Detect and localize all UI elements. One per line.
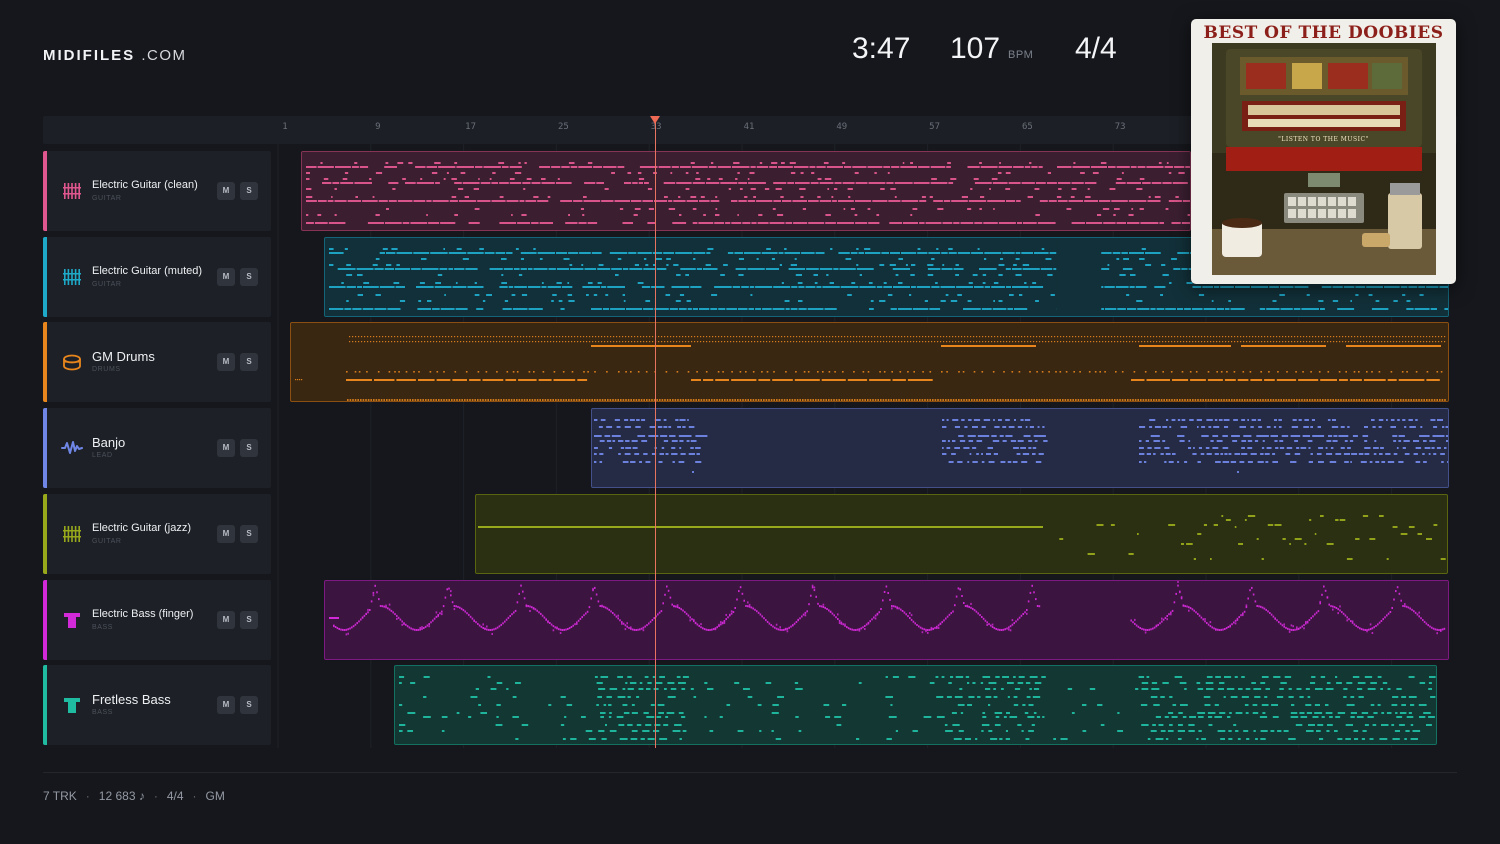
ruler-tick: 17 — [465, 122, 477, 132]
album-cover: BEST OF THE DOOBIES "LISTEN TO THE MUSIC… — [1191, 19, 1456, 284]
mute-button[interactable]: M — [217, 439, 235, 457]
mute-button[interactable]: M — [217, 525, 235, 543]
playhead-handle[interactable] — [650, 116, 660, 124]
track-name: Fretless Bass — [92, 692, 171, 707]
mute-button[interactable]: M — [217, 182, 235, 200]
solo-button[interactable]: S — [240, 439, 258, 457]
track-color-strip — [43, 237, 47, 317]
ruler-tick: 41 — [743, 122, 755, 132]
track-name: Electric Bass (finger) — [92, 608, 194, 620]
ruler-tick: 1 — [282, 122, 288, 132]
track-category: BASS — [92, 624, 114, 631]
solo-button[interactable]: S — [240, 611, 258, 629]
track-color-strip — [43, 322, 47, 402]
track-header[interactable]: Electric Bass (finger) BASS M S — [43, 580, 271, 660]
ruler-tick: 57 — [929, 122, 941, 132]
note-pattern — [594, 419, 1448, 473]
tempo-unit: BPM — [1008, 49, 1034, 61]
track-header[interactable]: GM Drums DRUMS M S — [43, 322, 271, 402]
track-header[interactable]: Electric Guitar (clean) GUITAR M S — [43, 151, 271, 231]
midi-standard: GM — [205, 789, 225, 803]
midi-clip[interactable] — [324, 580, 1449, 660]
note-pattern — [399, 676, 1436, 740]
mute-button[interactable]: M — [217, 696, 235, 714]
track-header[interactable]: Banjo LEAD M S — [43, 408, 271, 488]
note-pattern — [295, 336, 1446, 401]
track-color-strip — [43, 665, 47, 745]
track-category: GUITAR — [92, 538, 122, 545]
ruler-tick: 73 — [1114, 122, 1126, 132]
track-color-strip — [43, 580, 47, 660]
bass-icon — [61, 694, 83, 716]
solo-button[interactable]: S — [240, 182, 258, 200]
album-title: BEST OF THE DOOBIES — [1203, 23, 1444, 43]
mute-button[interactable]: M — [217, 611, 235, 629]
track-header[interactable]: Fretless Bass BASS M S — [43, 665, 271, 745]
track-header[interactable]: Electric Guitar (jazz) GUITAR M S — [43, 494, 271, 574]
ruler-tick: 65 — [1021, 122, 1033, 132]
note-pattern — [306, 162, 1190, 224]
track-name: Banjo — [92, 435, 126, 450]
jukebox-artwork — [1212, 43, 1436, 275]
track-name: Electric Guitar (clean) — [92, 179, 198, 191]
track-name: Electric Guitar (jazz) — [92, 522, 192, 534]
mute-button[interactable]: M — [217, 268, 235, 286]
solo-button[interactable]: S — [240, 525, 258, 543]
playhead[interactable] — [655, 122, 656, 748]
waveform-icon — [61, 437, 83, 459]
track-color-strip — [43, 408, 47, 488]
separator-dot: · — [153, 789, 158, 803]
guitar-strings-icon — [61, 180, 83, 202]
note-pattern — [478, 515, 1446, 560]
mute-button[interactable]: M — [217, 353, 235, 371]
midi-clip[interactable] — [591, 408, 1449, 488]
midi-clip[interactable] — [394, 665, 1437, 745]
file-summary: 7 TRK · 12 683 ♪ · 4/4 · GM — [43, 789, 225, 803]
track-category: GUITAR — [92, 281, 122, 288]
ruler-tick: 49 — [836, 122, 848, 132]
bass-icon — [61, 609, 83, 631]
ruler-tick: 25 — [557, 122, 569, 132]
note-pattern — [329, 581, 1446, 636]
footer-time-signature: 4/4 — [166, 789, 184, 803]
track-color-strip — [43, 151, 47, 231]
track-header[interactable]: Electric Guitar (muted) GUITAR M S — [43, 237, 271, 317]
guitar-strings-icon — [61, 266, 83, 288]
separator-dot: · — [85, 789, 90, 803]
track-category: GUITAR — [92, 195, 122, 202]
guitar-strings-icon — [61, 523, 83, 545]
song-duration: 3:47 — [852, 32, 911, 65]
footer-divider — [43, 772, 1457, 773]
ruler-tick: 9 — [375, 122, 381, 132]
midi-clip[interactable] — [301, 151, 1191, 231]
album-tagline: "LISTEN TO THE MUSIC" — [1278, 136, 1369, 143]
tempo-value: 107 — [950, 32, 1001, 65]
solo-button[interactable]: S — [240, 268, 258, 286]
track-count: 7 TRK — [43, 789, 77, 803]
separator-dot: · — [192, 789, 197, 803]
drum-icon — [61, 351, 83, 373]
track-name: Electric Guitar (muted) — [92, 265, 203, 277]
track-category: LEAD — [92, 452, 113, 459]
time-signature: 4/4 — [1075, 32, 1117, 65]
track-category: BASS — [92, 709, 114, 716]
track-name: GM Drums — [92, 349, 155, 364]
solo-button[interactable]: S — [240, 353, 258, 371]
note-count: 12 683 ♪ — [98, 789, 145, 803]
midi-clip[interactable] — [475, 494, 1448, 574]
track-category: DRUMS — [92, 366, 121, 373]
track-color-strip — [43, 494, 47, 574]
midi-clip[interactable] — [290, 322, 1449, 402]
solo-button[interactable]: S — [240, 696, 258, 714]
